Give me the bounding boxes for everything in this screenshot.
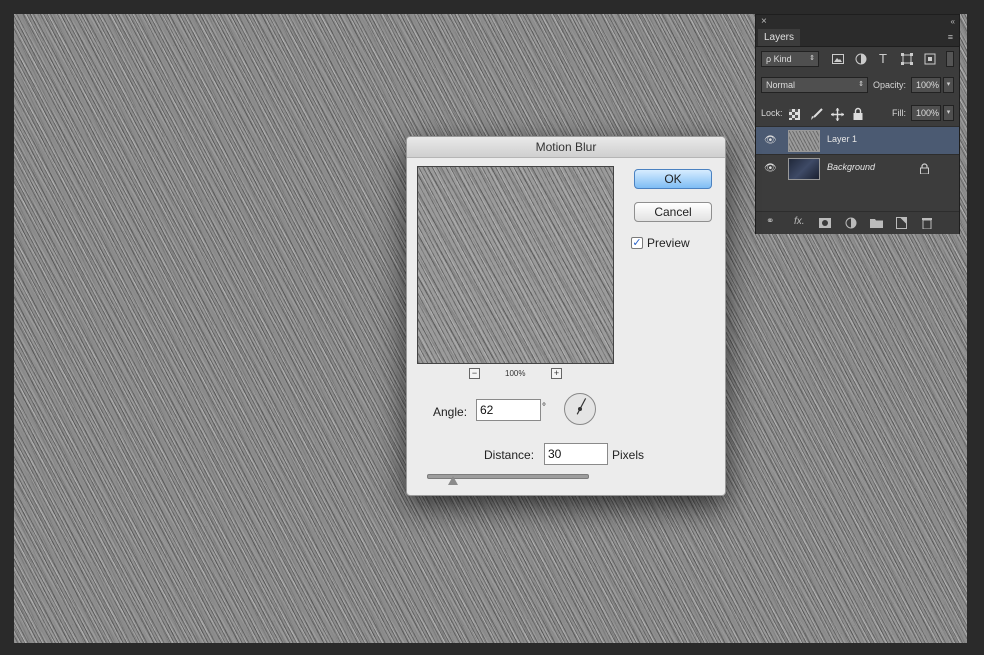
degree-unit: °	[542, 402, 546, 413]
lock-transparent-icon[interactable]	[789, 109, 800, 120]
cancel-button[interactable]: Cancel	[634, 202, 712, 222]
angle-dial[interactable]	[564, 393, 596, 425]
blend-row: Normal ⇕ Opacity: 100% ▾	[756, 75, 959, 97]
new-layer-icon[interactable]	[896, 217, 907, 229]
checkmark-icon: ✓	[632, 237, 642, 249]
layer-name: Layer 1	[827, 134, 858, 144]
close-icon[interactable]: ×	[761, 15, 767, 29]
distance-label: Distance:	[484, 448, 535, 462]
adjustment-filter-icon[interactable]	[855, 53, 867, 65]
zoom-level: 100%	[505, 369, 526, 378]
ok-button[interactable]: OK	[634, 169, 712, 189]
layer-thumbnail	[788, 158, 820, 180]
angle-label: Angle:	[433, 405, 468, 419]
image-filter-icon[interactable]	[832, 54, 844, 65]
shape-filter-icon[interactable]	[901, 53, 913, 65]
trash-icon[interactable]	[922, 217, 932, 229]
distance-slider-thumb[interactable]	[447, 476, 458, 485]
preview-checkbox[interactable]: ✓	[631, 237, 643, 249]
opacity-label: Opacity:	[873, 80, 907, 90]
lock-all-icon[interactable]	[853, 107, 863, 120]
kind-filter-value: ρ Kind	[766, 54, 792, 64]
distance-unit: Pixels	[612, 448, 645, 462]
fill-dropdown-button[interactable]: ▾	[943, 105, 954, 121]
layer-name: Background	[827, 162, 876, 172]
eye-icon[interactable]: 👁	[764, 135, 777, 146]
fill-value: 100%	[916, 108, 940, 118]
fill-label: Fill:	[892, 108, 906, 118]
panel-titlebar: × «	[756, 15, 959, 29]
adjustment-icon[interactable]	[845, 217, 857, 229]
type-filter-icon[interactable]: T	[876, 52, 890, 66]
link-icon[interactable]: ⚭	[766, 216, 774, 227]
chevron-updown-icon: ⇕	[809, 55, 815, 62]
distance-input[interactable]	[544, 443, 608, 465]
dialog-title[interactable]: Motion Blur	[407, 137, 725, 158]
layer-thumbnail	[788, 130, 820, 152]
fx-icon[interactable]: fx.	[794, 216, 805, 227]
lock-label: Lock:	[761, 108, 783, 118]
panel-menu-icon[interactable]: ≡	[948, 29, 953, 46]
opacity-input[interactable]: 100%	[911, 77, 941, 93]
tab-layers[interactable]: Layers	[758, 29, 801, 46]
chevron-updown-icon: ⇕	[858, 81, 864, 88]
layers-panel-footer: ⚭ fx.	[756, 211, 959, 234]
angle-input[interactable]	[476, 399, 541, 421]
preview-label: Preview	[647, 236, 690, 250]
filter-toggle-switch[interactable]	[946, 51, 954, 67]
motion-blur-dialog: Motion Blur − 100% + OK Cancel ✓ Preview…	[406, 136, 726, 496]
filter-preview[interactable]	[417, 166, 614, 364]
layer-row-background[interactable]: 👁 Background	[756, 154, 959, 183]
fill-input[interactable]: 100%	[911, 105, 941, 121]
group-icon[interactable]	[870, 218, 883, 228]
filter-row: ρ Kind ⇕ T	[756, 48, 959, 70]
blend-mode-value: Normal	[766, 80, 796, 90]
mask-icon[interactable]	[819, 218, 831, 228]
eye-icon[interactable]: 👁	[764, 163, 777, 174]
opacity-dropdown-button[interactable]: ▾	[943, 77, 954, 93]
blend-mode-select[interactable]: Normal ⇕	[761, 77, 868, 93]
layer-row-layer-1[interactable]: 👁 Layer 1	[756, 126, 959, 155]
lock-image-icon[interactable]	[810, 108, 823, 121]
angle-indicator-icon	[576, 398, 587, 415]
kind-filter-select[interactable]: ρ Kind ⇕	[761, 51, 819, 67]
zoom-out-button[interactable]: −	[469, 368, 480, 379]
opacity-value: 100%	[916, 80, 940, 90]
zoom-in-button[interactable]: +	[551, 368, 562, 379]
layers-panel: × « Layers ≡ ρ Kind ⇕ T Normal ⇕ Opacity…	[755, 14, 960, 234]
panel-tabbar: Layers ≡	[756, 29, 959, 47]
lock-row: Lock: Fill: 100% ▾	[756, 103, 959, 125]
smart-object-filter-icon[interactable]	[924, 53, 936, 65]
lock-position-icon[interactable]	[831, 108, 844, 121]
collapse-icon[interactable]: «	[951, 15, 955, 29]
lock-icon	[920, 163, 929, 174]
